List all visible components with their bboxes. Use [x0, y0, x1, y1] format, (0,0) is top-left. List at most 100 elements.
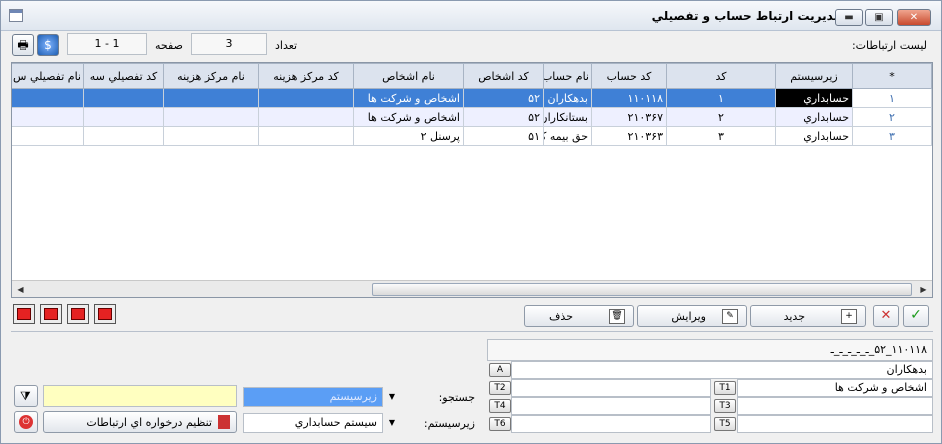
window-title: مديريت ارتباط حساب و تفصيلي — [651, 9, 841, 23]
col-header[interactable]: نام اشخاص — [353, 63, 464, 89]
table-cell: ۳ — [852, 126, 932, 146]
count-value: 3 — [191, 33, 267, 55]
table-cell — [163, 88, 259, 108]
table-cell — [163, 126, 259, 146]
table-cell: حسابداري — [775, 126, 853, 146]
main-window: مديريت ارتباط حساب و تفصيلي ▬ ▣ ✕ 🖶 $ 1 … — [0, 0, 942, 444]
delete-button[interactable]: 🗑 حذف — [524, 305, 634, 327]
key-t6[interactable]: T6 — [489, 417, 511, 431]
search-text-field[interactable] — [43, 385, 237, 407]
divider — [11, 331, 933, 332]
settings-button[interactable]: تنظيم درخواره اي ارتباطات — [43, 411, 237, 433]
window-icon — [9, 9, 23, 22]
first-record-icon[interactable] — [13, 304, 35, 324]
power-button[interactable]: ⏻ — [14, 411, 38, 433]
table-cell — [83, 88, 164, 108]
scroll-thumb[interactable] — [372, 283, 912, 296]
subsystem-dropdown-icon[interactable]: ▼ — [385, 413, 399, 433]
table-cell: ۲۱۰۳۶۷ — [591, 107, 667, 127]
settings-icon — [218, 415, 230, 429]
edit-button[interactable]: ✎ ويرايش — [637, 305, 747, 327]
table-cell: حق بيمه كاركنان و پزشكان — [543, 126, 592, 146]
list-label: ليست ارتباطات: — [851, 39, 927, 52]
col-header[interactable]: كد اشخاص — [463, 63, 544, 89]
detail-t2 — [511, 379, 711, 397]
table-cell: پرسنل ۲ — [353, 126, 464, 146]
edit-icon: ✎ — [722, 309, 738, 324]
close-button[interactable]: ✕ — [897, 9, 931, 26]
print-icon[interactable]: 🖶 — [12, 34, 34, 56]
col-header[interactable]: كد حساب — [591, 63, 667, 89]
key-a[interactable]: A — [489, 363, 511, 377]
last-record-icon[interactable] — [94, 304, 116, 324]
new-icon: + — [841, 309, 857, 324]
table-cell: بستانكاران مزايده — [543, 107, 592, 127]
detail-t6 — [511, 415, 711, 433]
key-t4[interactable]: T4 — [489, 399, 511, 413]
table-cell — [258, 88, 354, 108]
table-cell — [258, 126, 354, 146]
table-cell: بدهكاران — [543, 88, 592, 108]
subsystem-select[interactable]: سيستم حسابداري — [243, 413, 383, 433]
search-dropdown-icon[interactable]: ▼ — [385, 387, 399, 407]
col-header[interactable]: كد مركز هزينه — [258, 63, 354, 89]
page-range: 1 - 1 — [67, 33, 147, 55]
table-cell: ۱ — [852, 88, 932, 108]
col-header[interactable]: نام تفصيلي س — [12, 63, 84, 89]
horizontal-scrollbar[interactable]: ◀ ▶ — [12, 280, 932, 297]
key-t5[interactable]: T5 — [714, 417, 736, 431]
detail-account: بدهكاران — [511, 361, 933, 379]
next-record-icon[interactable] — [67, 304, 89, 324]
table-cell — [12, 88, 84, 108]
relations-grid[interactable]: نام تفصيلي س كد تفصيلي سه نام مركز هزينه… — [11, 62, 933, 298]
table-cell — [163, 107, 259, 127]
table-cell: اشخاص و شركت ها — [353, 88, 464, 108]
globe-icon[interactable]: $ — [37, 34, 59, 56]
table-cell — [12, 126, 84, 146]
table-cell: ۱ — [666, 88, 776, 108]
table-cell: ۵۲ — [463, 107, 544, 127]
table-cell: ۲ — [852, 107, 932, 127]
detail-t5 — [737, 415, 933, 433]
maximize-button[interactable]: ▣ — [865, 9, 893, 26]
page-label: صفحه — [155, 39, 183, 52]
col-header[interactable]: كد تفصيلي سه — [83, 63, 164, 89]
prev-record-icon[interactable] — [40, 304, 62, 324]
trash-icon: 🗑 — [609, 309, 625, 324]
detail-t3 — [737, 397, 933, 415]
table-cell — [83, 107, 164, 127]
table-cell: ۵۲ — [463, 88, 544, 108]
confirm-button[interactable]: ✓ — [903, 305, 929, 327]
search-field-select[interactable]: زيرسيستم — [243, 387, 383, 407]
new-button[interactable]: + جديد — [750, 305, 866, 327]
count-label: تعداد — [275, 39, 298, 52]
detail-t4 — [511, 397, 711, 415]
table-cell: حسابداري — [775, 107, 853, 127]
power-icon: ⏻ — [19, 415, 33, 429]
col-header[interactable]: نام مركز هزينه — [163, 63, 259, 89]
table-cell: ۲ — [666, 107, 776, 127]
table-row[interactable]: پرسنل ۲ ۵۱ حق بيمه كاركنان و پزشكان ۲۱۰۳… — [12, 126, 932, 146]
subsystem-label: زيرسيستم: — [423, 417, 475, 430]
table-row[interactable]: اشخاص و شركت ها ۵۲ بدهكاران ۱۱۰۱۱۸ ۱ حسا… — [12, 88, 932, 108]
table-row[interactable]: اشخاص و شركت ها ۵۲ بستانكاران مزايده ۲۱۰… — [12, 107, 932, 127]
table-cell: ۵۱ — [463, 126, 544, 146]
check-icon: ✓ — [910, 307, 922, 323]
filter-button[interactable]: ⧩ — [14, 385, 38, 407]
col-header[interactable]: نام حساب — [543, 63, 592, 89]
grid-header: نام تفصيلي س كد تفصيلي سه نام مركز هزينه… — [12, 63, 932, 89]
col-header[interactable]: كد — [666, 63, 776, 89]
col-header[interactable]: زيرسيستم — [775, 63, 853, 89]
table-cell — [12, 107, 84, 127]
cancel-button[interactable]: ✕ — [873, 305, 899, 327]
scroll-left-icon[interactable]: ◀ — [14, 283, 27, 296]
minimize-button[interactable]: ▬ — [835, 9, 863, 26]
cancel-icon: ✕ — [880, 308, 892, 323]
scroll-right-icon[interactable]: ▶ — [917, 283, 930, 296]
table-cell: اشخاص و شركت ها — [353, 107, 464, 127]
table-cell: ۲۱۰۳۶۳ — [591, 126, 667, 146]
key-t3[interactable]: T3 — [714, 399, 736, 413]
col-header[interactable]: * — [852, 63, 932, 89]
key-t2[interactable]: T2 — [489, 381, 511, 395]
key-t1[interactable]: T1 — [714, 381, 736, 395]
